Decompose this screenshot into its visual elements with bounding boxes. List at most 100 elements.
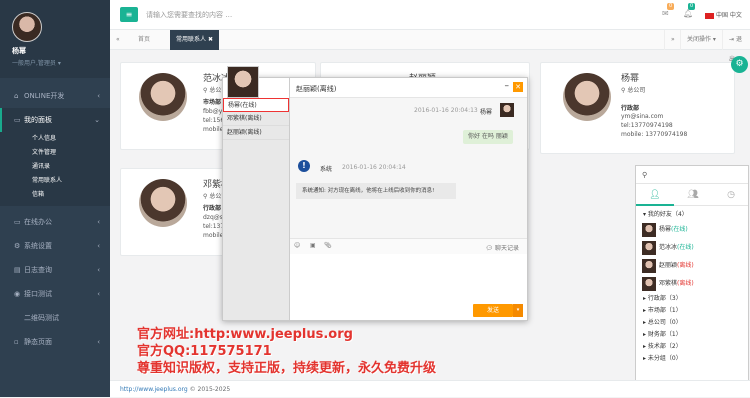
sidebar-item-office[interactable]: ▭ 在线办公 ‹ [0,210,110,234]
message-bubble: 你好 在吗 丽颖 [463,130,513,144]
bell-icon[interactable]: 🔔︎ [683,9,693,18]
contacts-search[interactable]: ⚲ [636,166,748,184]
double-chevron-right-icon: » [671,36,675,43]
group-item[interactable]: ▸ 行政部（3） [636,293,748,305]
group-label: 市场部（1） [647,307,682,314]
sidebar-item-static[interactable]: ▫ 静态页面 ‹ [0,330,110,354]
double-chevron-left-icon: « [116,36,120,43]
chevron-left-icon: ‹ [97,242,100,250]
close-icon[interactable]: ✕ [513,82,523,92]
footer: http://www.jeeplus.org © 2015-2025 [110,380,750,397]
group-label: 财务部（1） [647,331,682,338]
language-selector[interactable]: 中国 中文 [705,10,742,19]
friend-name: 赵丽颖 [659,262,678,269]
sidebar-item-api-test[interactable]: ◉ 接口测试 ‹ [0,282,110,306]
sidebar-item-label: 在线办公 [24,218,52,226]
attach-icon[interactable]: 📎︎ [324,242,332,249]
submenu: 个人信息 文件管理 通讯录 常用联系人 信箱 [0,132,110,206]
chat-list-header [223,66,289,98]
submenu-item-mailbox[interactable]: 信箱 [0,188,110,202]
image-icon[interactable]: ▣ [310,242,316,249]
clock-icon: ◷ [727,190,735,200]
group-item[interactable]: ▸ 总公司（0） [636,317,748,329]
send-options-button[interactable]: ▾ [513,304,523,317]
chat-list-item[interactable]: 赵丽颖(离线) [223,126,289,140]
company-label: 总公司 [627,87,646,94]
watermark-qq: 官方QQ:117575171 [137,344,272,359]
chat-list: 杨幂(在线) 邓紫棋(离线) 赵丽颖(离线) [223,66,290,320]
search-input[interactable]: 请输入您需要查找的内容 … [146,10,232,20]
group-my-friends[interactable]: ▾ 我的好友（4） [636,209,748,221]
friend-avatar [642,258,656,273]
language-label: 中国 中文 [716,12,742,19]
chevron-left-icon: ‹ [97,266,100,274]
friend-avatar [642,276,656,291]
user-role-dropdown[interactable]: 一般用户,管理员 ▾ [12,58,110,67]
theme-settings-button[interactable]: ⚙ [731,56,748,73]
friend-item[interactable]: 杨幂(在线) [636,221,748,239]
friend-item[interactable]: 赵丽颖(离线) [636,257,748,275]
friend-item[interactable]: 范冰冰(在线) [636,239,748,257]
footer-link[interactable]: http://www.jeeplus.org [120,386,188,393]
tab-groups[interactable]: 👥︎ [674,184,712,206]
emoji-icon[interactable]: ☺ [294,242,300,249]
group-item[interactable]: ▸ 技术部（2） [636,341,748,353]
group-item[interactable]: ▸ 未分组（0） [636,353,748,365]
group-item[interactable]: ▸ 市场部（1） [636,305,748,317]
contact-company: ⚲ 总公司 [621,87,646,94]
sidebar-item-label: 我的面板 [24,116,52,124]
submenu-item-profile[interactable]: 个人信息 [0,132,110,146]
mail-icon[interactable]: ✉ [662,9,669,18]
submenu-item-address-book[interactable]: 通讯录 [0,160,110,174]
sidebar-item-my-panel[interactable]: ▭ 我的面板 ⌄ [0,108,110,132]
china-flag-icon [705,12,714,19]
tab-scroll-left[interactable]: « [110,30,126,50]
sidebar-item-qrcode[interactable]: 二维码测试 [0,306,110,330]
message-sender: 杨幂 [480,109,493,116]
submenu-item-contacts[interactable]: 常用联系人 [0,174,110,188]
close-icon[interactable]: ✖ [208,36,213,43]
sidebar-item-label: 日志查询 [24,266,52,274]
sidebar-item-online-dev[interactable]: ⌂ ONLINE开发 ‹ [0,84,110,108]
chevron-down-icon: ▾ [516,307,520,313]
friend-name: 范冰冰 [659,244,678,251]
sidebar-item-settings[interactable]: ⚙ 系统设置 ‹ [0,234,110,258]
friend-name: 杨幂 [659,226,672,233]
logout-icon: ⇥ [729,36,735,43]
sidebar-item-label: ONLINE开发 [24,92,65,100]
sidebar-item-label: 静态页面 [24,338,52,346]
tab-recent[interactable]: ◷ [712,184,750,206]
contact-dept: 行政部 [621,105,640,112]
send-button[interactable]: 发送 [473,304,513,317]
menu-toggle-button[interactable]: ≡ [120,7,138,22]
tab-scroll-right[interactable]: » [664,30,681,50]
chevron-left-icon: ‹ [97,338,100,346]
submenu-item-files[interactable]: 文件管理 [0,146,110,160]
minimize-icon[interactable]: – [505,81,510,91]
group-item[interactable]: ▸ 财务部（1） [636,329,748,341]
chat-bubble-icon: 💬︎ [485,245,494,252]
friend-status: (在线) [671,226,688,233]
tab-home[interactable]: 首页 [138,30,150,50]
gear-icon: ⚙ [14,242,21,250]
history-button[interactable]: 💬︎ 聊天记录 [485,243,519,252]
api-icon: ◉ [14,290,21,298]
logout-button[interactable]: ⇥ 退出 [722,30,750,63]
chevron-left-icon: ‹ [97,218,100,226]
tab-contacts[interactable]: 常用联系人 ✖ [170,30,219,50]
group-count: （4） [671,211,688,218]
chat-list-item[interactable]: 邓紫棋(离线) [223,112,289,126]
sidebar-item-logs[interactable]: ▤ 日志查询 ‹ [0,258,110,282]
contact-card[interactable]: 杨幂 ⚲ 总公司 行政部 ym@sina.com tel:13770974198… [540,62,735,154]
tab-friends[interactable]: 👤︎ [636,184,674,206]
chat-list-item[interactable]: 杨幂(在线) [223,98,289,112]
chat-toolbar: ☺ ▣ 📎︎ 💬︎ 聊天记录 [290,238,527,254]
close-ops-dropdown[interactable]: 关闭操作 ▾ [680,30,722,50]
friend-item[interactable]: 邓紫棋(离线) [636,275,748,293]
system-time: 2016-01-16 20:04:14 [342,164,406,171]
friend-status: (离线) [677,262,694,269]
avatar[interactable] [12,12,42,42]
page-icon: ▫ [14,338,19,346]
contact-dept: 行政部 [203,205,222,212]
message-input[interactable] [290,254,527,300]
